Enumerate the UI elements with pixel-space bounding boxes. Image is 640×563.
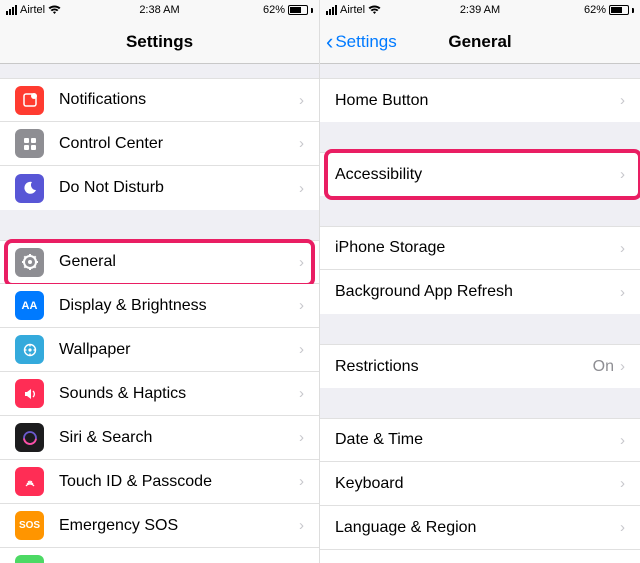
gear-icon	[15, 248, 44, 277]
chevron-left-icon: ‹	[326, 31, 333, 53]
row-label: Control Center	[59, 135, 299, 153]
row-datetime[interactable]: Date & Time ›	[320, 418, 640, 462]
chevron-icon: ›	[299, 135, 304, 152]
chevron-icon: ›	[299, 92, 304, 109]
row-dnd[interactable]: Do Not Disturb ›	[0, 166, 319, 210]
row-label: Language & Region	[335, 519, 620, 537]
notifications-icon	[15, 86, 44, 115]
row-display[interactable]: AA Display & Brightness ›	[0, 284, 319, 328]
chevron-icon: ›	[299, 180, 304, 197]
back-label: Settings	[335, 32, 396, 52]
row-label: Notifications	[59, 91, 299, 109]
general-list: Home Button › Accessibility › iPhone Sto…	[320, 64, 640, 563]
chevron-icon: ›	[620, 92, 625, 109]
chevron-icon: ›	[299, 517, 304, 534]
chevron-icon: ›	[620, 240, 625, 257]
row-touchid[interactable]: Touch ID & Passcode ›	[0, 460, 319, 504]
row-dictionary[interactable]: Dictionary ›	[320, 550, 640, 563]
row-label: iPhone Storage	[335, 239, 620, 257]
chevron-icon: ›	[620, 432, 625, 449]
row-label: Background App Refresh	[335, 283, 620, 301]
row-home-button[interactable]: Home Button ›	[320, 78, 640, 122]
row-siri[interactable]: Siri & Search ›	[0, 416, 319, 460]
battery-icon	[609, 5, 629, 15]
row-label: General	[59, 253, 299, 271]
row-label: Touch ID & Passcode	[59, 473, 299, 491]
row-control-center[interactable]: Control Center ›	[0, 122, 319, 166]
status-bar: Airtel 2:38 AM 62%	[0, 0, 319, 20]
row-label: Home Button	[335, 92, 620, 110]
settings-screen: Airtel 2:38 AM 62% Settings Notification…	[0, 0, 320, 563]
row-label: Emergency SOS	[59, 517, 299, 535]
nav-title: General	[448, 32, 511, 52]
row-label: Wallpaper	[59, 341, 299, 359]
nav-bar: Settings	[0, 20, 319, 64]
row-lang-region[interactable]: Language & Region ›	[320, 506, 640, 550]
row-sos[interactable]: SOS Emergency SOS ›	[0, 504, 319, 548]
wallpaper-icon	[15, 335, 44, 364]
row-label: Accessibility	[335, 166, 620, 184]
back-button[interactable]: ‹ Settings	[326, 20, 397, 63]
moon-icon	[15, 174, 44, 203]
battery-icon	[288, 5, 308, 15]
chevron-icon: ›	[299, 385, 304, 402]
chevron-icon: ›	[620, 519, 625, 536]
row-storage[interactable]: iPhone Storage ›	[320, 226, 640, 270]
status-bar: Airtel 2:39 AM 62%	[320, 0, 640, 20]
chevron-icon: ›	[299, 254, 304, 271]
row-label: Date & Time	[335, 431, 620, 449]
row-general[interactable]: General ›	[0, 240, 319, 284]
chevron-icon: ›	[620, 166, 625, 183]
sos-icon: SOS	[15, 511, 44, 540]
row-label: Siri & Search	[59, 429, 299, 447]
row-label: Restrictions	[335, 358, 593, 376]
nav-title: Settings	[126, 32, 193, 52]
control-center-icon	[15, 129, 44, 158]
battery-row-icon	[15, 555, 44, 563]
settings-list: Notifications › Control Center › Do Not …	[0, 64, 319, 563]
general-screen: Airtel 2:39 AM 62% ‹ Settings General Ho…	[320, 0, 640, 563]
chevron-icon: ›	[299, 297, 304, 314]
row-keyboard[interactable]: Keyboard ›	[320, 462, 640, 506]
row-label: Display & Brightness	[59, 297, 299, 315]
row-battery[interactable]: Battery ›	[0, 548, 319, 563]
chevron-icon: ›	[620, 358, 625, 375]
status-time: 2:39 AM	[320, 4, 640, 16]
row-wallpaper[interactable]: Wallpaper ›	[0, 328, 319, 372]
row-label: Do Not Disturb	[59, 179, 299, 197]
row-detail: On	[593, 358, 614, 376]
row-bg-refresh[interactable]: Background App Refresh ›	[320, 270, 640, 314]
row-accessibility[interactable]: Accessibility ›	[320, 152, 640, 196]
row-label: Sounds & Haptics	[59, 385, 299, 403]
fingerprint-icon	[15, 467, 44, 496]
chevron-icon: ›	[620, 475, 625, 492]
chevron-icon: ›	[299, 473, 304, 490]
chevron-icon: ›	[299, 341, 304, 358]
chevron-icon: ›	[620, 284, 625, 301]
display-icon: AA	[15, 291, 44, 320]
status-time: 2:38 AM	[0, 4, 319, 16]
siri-icon	[15, 423, 44, 452]
row-sounds[interactable]: Sounds & Haptics ›	[0, 372, 319, 416]
nav-bar: ‹ Settings General	[320, 20, 640, 64]
sounds-icon	[15, 379, 44, 408]
row-notifications[interactable]: Notifications ›	[0, 78, 319, 122]
chevron-icon: ›	[299, 429, 304, 446]
row-restrictions[interactable]: Restrictions On ›	[320, 344, 640, 388]
row-label: Keyboard	[335, 475, 620, 493]
